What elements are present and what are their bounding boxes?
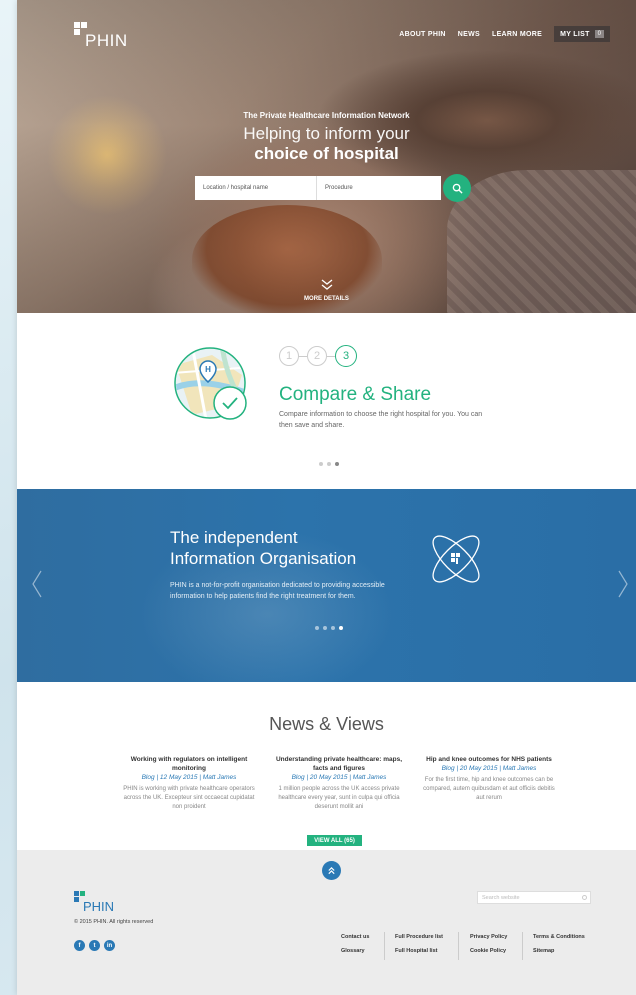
procedure-input[interactable]: Procedure — [317, 176, 441, 200]
map-pin-check-illustration: H — [174, 347, 247, 420]
main-nav: ABOUT PHIN NEWS LEARN MORE MY LIST 0 — [399, 26, 610, 42]
article-title[interactable]: Hip and knee outcomes for NHS patients — [419, 755, 559, 764]
logo-text: PHIN — [85, 31, 128, 50]
social-links: f t in — [74, 940, 115, 951]
nav-learn-more[interactable]: LEARN MORE — [492, 31, 542, 38]
hero-search-form: Location / hospital name Procedure — [195, 174, 471, 202]
footer-links-col: Contact us Glossary — [341, 934, 369, 954]
news-article[interactable]: Hip and knee outcomes for NHS patients B… — [419, 755, 559, 803]
step-divider — [299, 355, 307, 357]
step-description: Compare information to choose the right … — [279, 411, 483, 429]
news-section: News & Views Working with regulators on … — [17, 682, 636, 880]
copyright: © 2015 PHIN. All rights reserved — [74, 919, 154, 925]
svg-text:H: H — [205, 365, 211, 374]
article-excerpt: For the first time, hip and knee outcome… — [423, 777, 555, 801]
footer-link[interactable]: Cookie Policy — [470, 948, 507, 954]
page: PHIN ABOUT PHIN NEWS LEARN MORE MY LIST … — [17, 0, 636, 995]
atom-logo-icon — [432, 535, 480, 583]
footer-links-col: Terms & Conditions Sitemap — [533, 934, 585, 954]
more-details-link[interactable]: MORE DETAILS — [17, 278, 636, 302]
step-indicator: 1 2 3 — [279, 345, 357, 367]
article-meta[interactable]: Blog | 20 May 2015 | Matt James — [419, 764, 559, 773]
hero-section: PHIN ABOUT PHIN NEWS LEARN MORE MY LIST … — [17, 0, 636, 313]
carousel-dot[interactable] — [323, 626, 327, 630]
step-title: Compare & Share — [279, 384, 432, 405]
facebook-icon[interactable]: f — [74, 940, 85, 951]
article-title[interactable]: Working with regulators on intelligent m… — [119, 755, 259, 773]
search-icon — [452, 183, 463, 194]
carousel-dot[interactable] — [315, 626, 319, 630]
hero-eyebrow: The Private Healthcare Information Netwo… — [243, 111, 410, 120]
footer-link[interactable]: Full Procedure list — [395, 934, 443, 940]
my-list-count-badge: 0 — [594, 30, 604, 38]
footer-link[interactable]: Full Hospital list — [395, 948, 443, 954]
footer-link[interactable]: Sitemap — [533, 948, 585, 954]
my-list-label: MY LIST — [560, 30, 590, 38]
linkedin-icon[interactable]: in — [104, 940, 115, 951]
news-title: News & Views — [269, 714, 384, 734]
article-excerpt: 1 million people across the UK access pr… — [278, 786, 400, 810]
feature-band: The independent Information Organisation… — [17, 489, 636, 682]
view-all-button[interactable]: VIEW ALL (65) — [307, 835, 362, 846]
more-details-label: MORE DETAILS — [304, 296, 349, 302]
carousel-dot[interactable] — [319, 462, 323, 466]
back-to-top-button[interactable] — [322, 861, 341, 880]
twitter-icon[interactable]: t — [89, 940, 100, 951]
footer-link[interactable]: Contact us — [341, 934, 369, 940]
step-3-active[interactable]: 3 — [335, 345, 357, 367]
footer-links-col: Privacy Policy Cookie Policy — [470, 934, 507, 954]
feature-title-line1: The independent — [170, 528, 298, 547]
article-excerpt: PHIN is working with private healthcare … — [123, 786, 255, 810]
hero-title-line2: choice of hospital — [254, 144, 399, 163]
footer-divider — [522, 932, 523, 960]
step-divider — [327, 355, 335, 357]
footer-link[interactable]: Glossary — [341, 948, 369, 954]
footer-search-input[interactable]: Search website — [477, 891, 591, 904]
footer-logo-text: PHIN — [83, 899, 115, 914]
footer-divider — [384, 932, 385, 960]
feature-description: PHIN is a not-for-profit organisation de… — [170, 582, 385, 600]
news-article[interactable]: Understanding private healthcare: maps, … — [269, 755, 409, 812]
carousel-dot-active[interactable] — [335, 462, 339, 466]
footer-divider — [458, 932, 459, 960]
footer-search-placeholder: Search website — [482, 894, 520, 901]
double-chevron-up-icon — [328, 866, 335, 875]
location-input[interactable]: Location / hospital name — [195, 176, 317, 200]
carousel-dot[interactable] — [327, 462, 331, 466]
chevron-right-icon[interactable] — [617, 569, 629, 599]
hero-title-line1: Helping to inform your — [243, 124, 410, 143]
feature-title-line2: Information Organisation — [170, 549, 357, 568]
steps-carousel-dots — [319, 462, 339, 466]
feature-carousel-dots — [315, 626, 343, 630]
chevron-left-icon[interactable] — [31, 569, 43, 599]
double-chevron-down-icon — [321, 279, 332, 290]
news-article[interactable]: Working with regulators on intelligent m… — [119, 755, 259, 812]
carousel-dot[interactable] — [331, 626, 335, 630]
step-1[interactable]: 1 — [279, 346, 299, 366]
search-button[interactable] — [443, 174, 471, 202]
article-meta[interactable]: Blog | 12 May 2015 | Matt James — [119, 773, 259, 782]
nav-about[interactable]: ABOUT PHIN — [399, 31, 446, 38]
steps-section: H 1 2 3 Compare & Share Compare informat… — [17, 313, 636, 489]
footer-link[interactable]: Privacy Policy — [470, 934, 507, 940]
footer-link[interactable]: Terms & Conditions — [533, 934, 585, 940]
feature-title: The independent Information Organisation — [170, 527, 356, 569]
article-title[interactable]: Understanding private healthcare: maps, … — [269, 755, 409, 773]
article-meta[interactable]: Blog | 20 May 2015 | Matt James — [269, 773, 409, 782]
search-icon[interactable] — [582, 895, 587, 900]
carousel-dot-active[interactable] — [339, 626, 343, 630]
nav-news[interactable]: NEWS — [458, 31, 480, 38]
footer-links-col: Full Procedure list Full Hospital list — [395, 934, 443, 954]
my-list-button[interactable]: MY LIST 0 — [554, 26, 610, 42]
step-2[interactable]: 2 — [307, 346, 327, 366]
